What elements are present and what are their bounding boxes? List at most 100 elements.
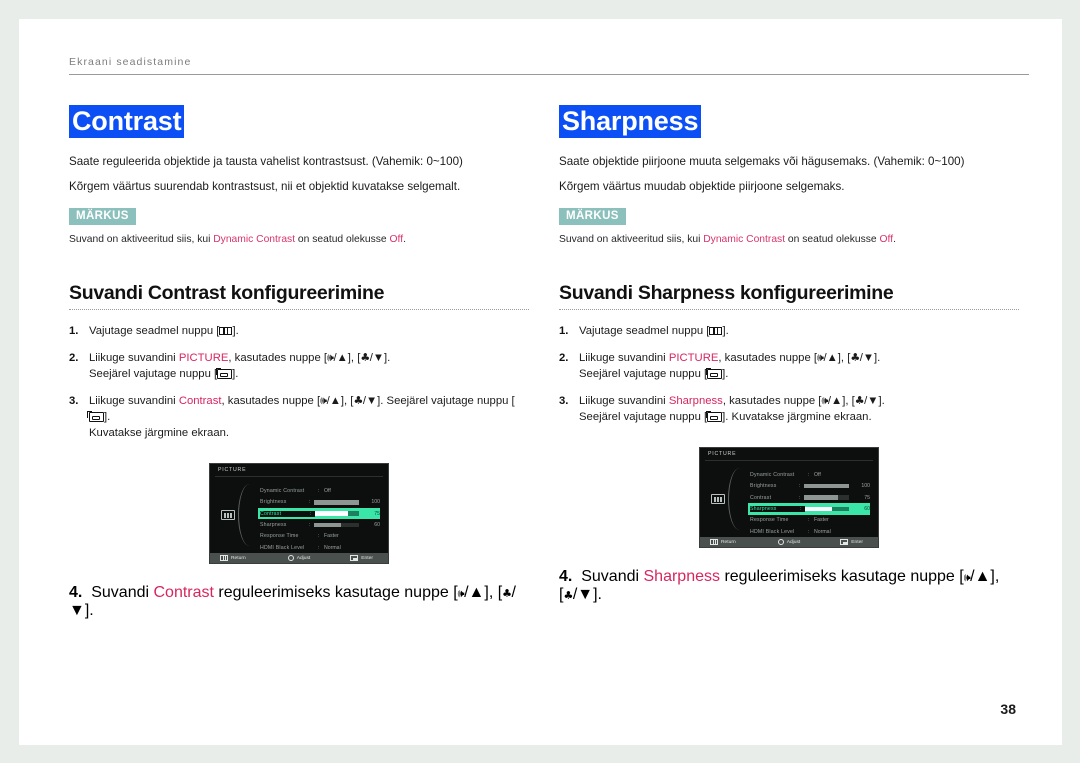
osd-footer-label: Adjust	[786, 539, 801, 545]
osd-slider[interactable]	[804, 506, 850, 512]
step-4-option: Contrast	[153, 584, 214, 602]
osd-footer-item[interactable]: Enter	[350, 555, 373, 562]
step-2: Liikuge suvandini PICTURE, kasutades nup…	[559, 350, 1019, 382]
note-prefix: Suvand on aktiveeritud siis, kui	[559, 234, 704, 246]
step-2-c: /▲], [	[823, 351, 851, 364]
section-heading-contrast: Suvandi Contrast konfigureerimine	[69, 281, 385, 304]
page-number: 38	[1000, 701, 1016, 717]
osd-row[interactable]: Response Time: Faster	[750, 515, 870, 526]
note-text-sharpness: Suvand on aktiveeritud siis, kui Dynamic…	[559, 233, 1019, 248]
step-2-f: ].	[722, 368, 729, 380]
section-divider	[69, 308, 529, 310]
note-middle: on seatud olekusse	[785, 234, 880, 246]
section-divider	[559, 308, 1019, 310]
osd-row[interactable]: Sharpness:60	[260, 519, 380, 530]
osd-panel: PICTURE Dynamic Contrast: Off Brightness:1…	[699, 447, 879, 549]
osd-slider[interactable]	[313, 499, 360, 505]
osd-arc-decoration	[728, 468, 751, 531]
osd-row-list: Dynamic Contrast: Off Brightness:100 Contra…	[258, 485, 380, 553]
osd-footer-item[interactable]: Adjust	[287, 555, 311, 562]
menu-icon	[710, 539, 718, 546]
step-4-option: Sharpness	[643, 568, 721, 586]
step-3-b: , kasutades nuppe [	[722, 395, 822, 408]
osd-row-label: Contrast	[260, 510, 310, 517]
jog-icon: ♣	[854, 394, 865, 408]
column-sharpness: Sharpness Saate objektide piirjoone muut…	[559, 105, 1019, 620]
osd-slider[interactable]	[803, 483, 850, 489]
osd-slider-value: 100	[371, 499, 380, 506]
step-2-option: PICTURE	[668, 351, 719, 364]
note-middle: on seatud olekusse	[295, 234, 390, 246]
osd-row-label: Contrast	[750, 494, 772, 501]
osd-footer-item[interactable]: Return	[220, 555, 246, 562]
step-2-option: PICTURE	[178, 351, 229, 364]
osd-screenshot-sharpness: PICTURE Dynamic Contrast: Off Brightness:1…	[699, 447, 879, 549]
enter-icon	[705, 367, 723, 379]
osd-row[interactable]: Brightness:100	[260, 497, 380, 508]
picture-menu-icon	[711, 494, 725, 505]
osd-row[interactable]: HDMI Black Level: Normal	[260, 542, 380, 553]
running-header: Ekraani seadistamine	[69, 56, 1029, 75]
jog-icon: ♣	[353, 394, 363, 408]
osd-row-label: Dynamic Contrast	[750, 471, 795, 478]
step-3-d: /▼].	[864, 395, 885, 408]
step-3-c: /▲], [	[827, 395, 855, 408]
step-1-pre: Vajutage seadmel nuppu [	[89, 324, 220, 337]
step-1-pre: Vajutage seadmel nuppu [	[579, 324, 710, 337]
step-2-b: , kasutades nuppe [	[228, 351, 328, 364]
manual-page: Ekraani seadistamine Contrast Saate regu…	[19, 19, 1062, 745]
picture-menu-icon	[221, 510, 235, 521]
menu-icon	[220, 555, 228, 562]
osd-row[interactable]: Sharpness:60	[748, 503, 870, 515]
osd-row[interactable]: Contrast:75	[750, 492, 870, 503]
step-2-b: , kasutades nuppe [	[718, 351, 818, 364]
osd-row-label: Brightness	[260, 499, 287, 506]
step-3-option: Contrast	[178, 395, 222, 408]
osd-footer-label: Return	[231, 555, 246, 561]
osd-title-divider	[215, 476, 383, 478]
osd-row[interactable]: Dynamic Contrast: Off	[260, 485, 380, 496]
enter-icon	[87, 410, 104, 423]
osd-row-label: HDMI Black Level	[260, 544, 305, 551]
step-3-option: Sharpness	[668, 395, 723, 408]
osd-footer-item[interactable]: Adjust	[777, 539, 801, 546]
osd-row[interactable]: HDMI Black Level: Normal	[750, 526, 870, 537]
osd-footer-item[interactable]: Enter	[840, 539, 863, 546]
description-line-2: Kõrgem väärtus suurendab kontrastsust, n…	[69, 179, 461, 193]
note-link-dynamic-contrast: Dynamic Contrast	[213, 234, 296, 246]
osd-slider-value: 75	[864, 494, 870, 501]
osd-row-label: Brightness	[750, 483, 777, 490]
topic-description-sharpness: Saate objektide piirjoone muuta selgemak…	[559, 153, 1019, 195]
menu-icon	[709, 326, 723, 335]
osd-row[interactable]: Dynamic Contrast: Off	[750, 469, 870, 480]
osd-row-value: Faster	[814, 517, 829, 524]
note-link-dynamic-contrast: Dynamic Contrast	[703, 234, 786, 246]
osd-slider[interactable]	[803, 495, 850, 500]
note-value-off: Off	[389, 234, 404, 246]
osd-slider[interactable]	[313, 522, 360, 528]
jog-icon	[777, 539, 784, 546]
step-1-post: ].	[722, 324, 729, 337]
osd-row[interactable]: Brightness:100	[750, 480, 870, 491]
step-3-e: Seejärel vajutage nuppu [	[579, 411, 708, 424]
osd-row[interactable]: Response Time: Faster	[260, 531, 380, 542]
osd-row-label: Sharpness	[750, 505, 800, 512]
osd-footer-item[interactable]: Return	[710, 539, 736, 546]
step-4-number: 4.	[559, 568, 573, 586]
menu-icon	[219, 326, 233, 335]
osd-panel: PICTURE Dynamic Contrast: Off Brightness:1…	[209, 463, 389, 565]
osd-row-value: Normal	[324, 544, 341, 551]
step-2-e: Seejärel vajutage nuppu [	[579, 368, 708, 380]
osd-title: PICTURE	[708, 451, 737, 458]
step-2-a: Liikuge suvandini	[89, 351, 179, 364]
step-4-d: /▼].	[572, 586, 602, 604]
osd-footer-label: Adjust	[296, 555, 311, 561]
osd-row[interactable]: Contrast:75	[258, 507, 380, 520]
note-badge-contrast: MÄRKUS	[69, 208, 136, 226]
osd-row-value: Off	[324, 487, 331, 494]
note-end: .	[893, 234, 896, 246]
column-contrast: Contrast Saate reguleerida objektide ja …	[69, 105, 529, 620]
osd-slider[interactable]	[314, 511, 360, 516]
enter-icon	[705, 410, 723, 423]
osd-title-divider	[705, 460, 873, 462]
